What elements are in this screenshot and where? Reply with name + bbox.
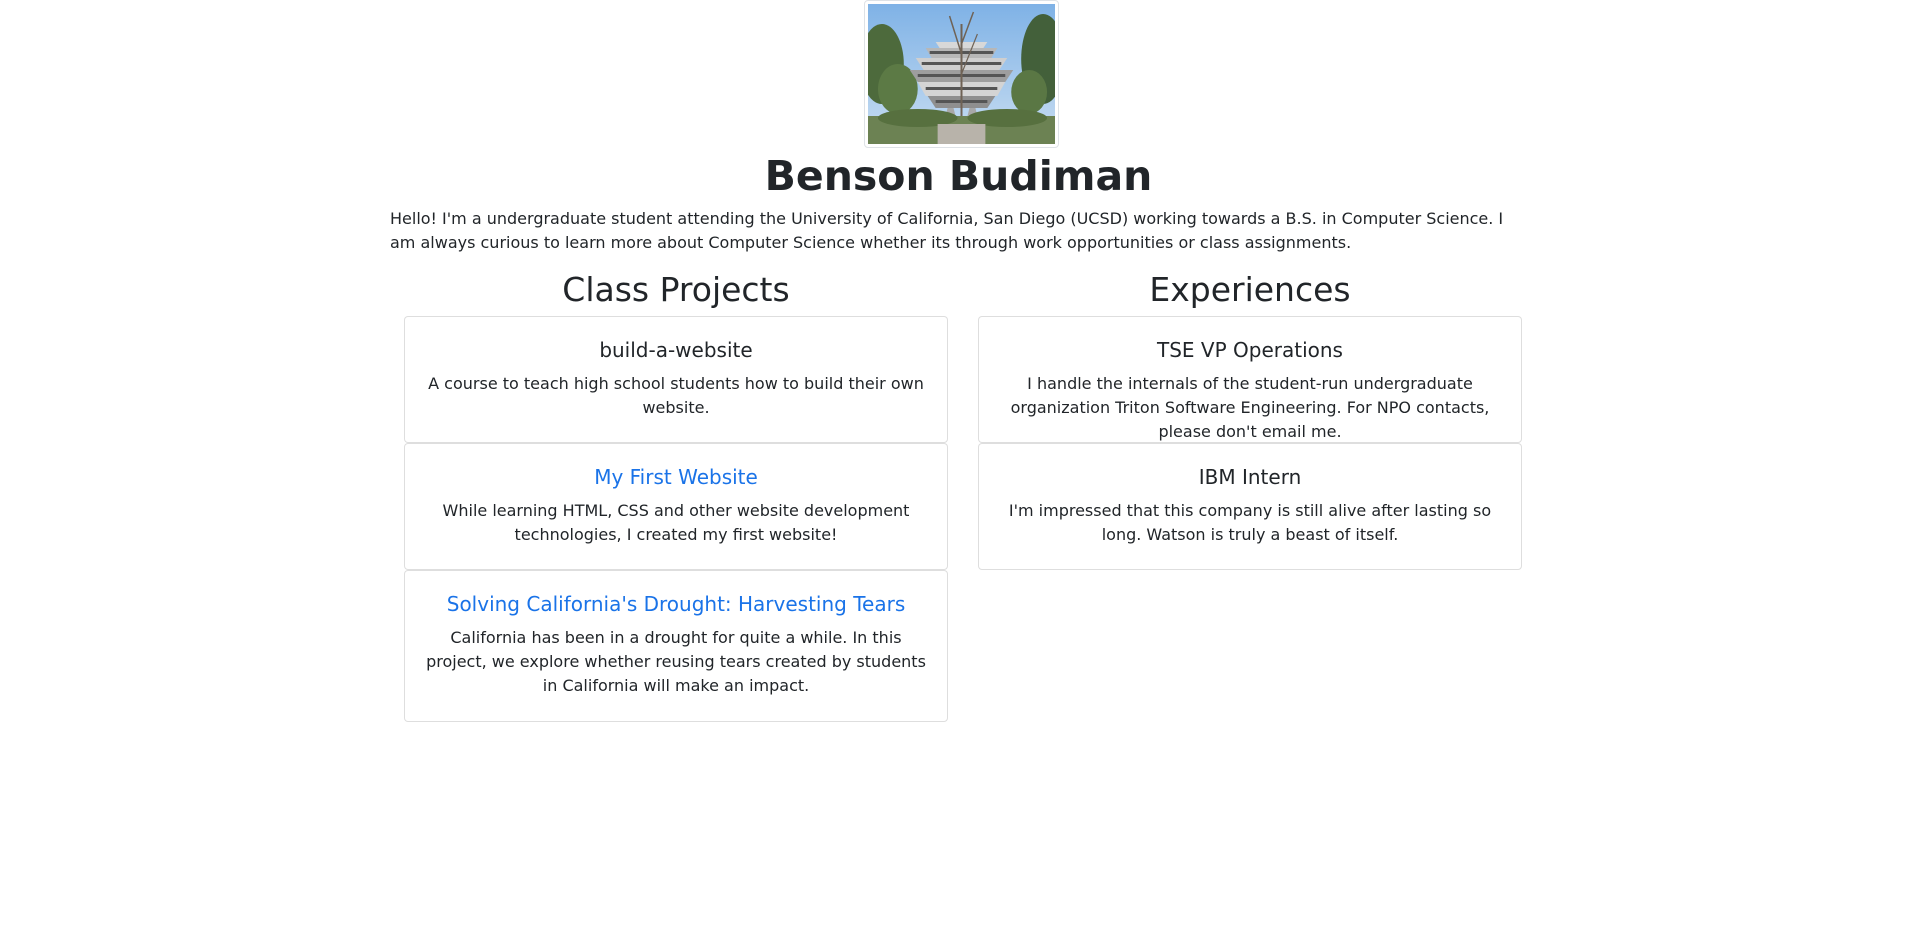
intro-text: Hello! I'm a undergraduate student atten… xyxy=(390,209,1504,252)
profile-name: Benson Budiman xyxy=(764,152,1153,200)
experience-title: IBM Intern xyxy=(1198,465,1302,489)
experience-description: I'm impressed that this company is still… xyxy=(1008,501,1492,544)
experiences-heading: Experiences xyxy=(1149,270,1351,309)
library-building-image xyxy=(868,4,1055,144)
page: Benson Budiman Hello! I'm a undergraduat… xyxy=(0,0,1917,930)
project-card: My First Website While learning HTML, CS… xyxy=(404,443,948,570)
project-description: While learning HTML, CSS and other websi… xyxy=(442,501,910,544)
experience-description: I handle the internals of the student-ru… xyxy=(1010,374,1490,441)
project-title: build-a-website xyxy=(599,338,753,362)
class-projects-heading: Class Projects xyxy=(562,270,790,309)
experience-card: IBM Intern I'm impressed that this compa… xyxy=(978,443,1522,570)
experience-card: TSE VP Operations I handle the internals… xyxy=(978,316,1522,443)
project-card: build-a-website A course to teach high s… xyxy=(404,316,948,443)
profile-photo xyxy=(864,0,1059,148)
project-title-link[interactable]: Solving California's Drought: Harvesting… xyxy=(425,591,927,617)
project-description: A course to teach high school students h… xyxy=(428,374,924,417)
project-description: California has been in a drought for qui… xyxy=(426,628,926,695)
project-title-link[interactable]: My First Website xyxy=(425,464,927,490)
experience-title: TSE VP Operations xyxy=(1157,338,1343,362)
project-card: Solving California's Drought: Harvesting… xyxy=(404,570,948,722)
